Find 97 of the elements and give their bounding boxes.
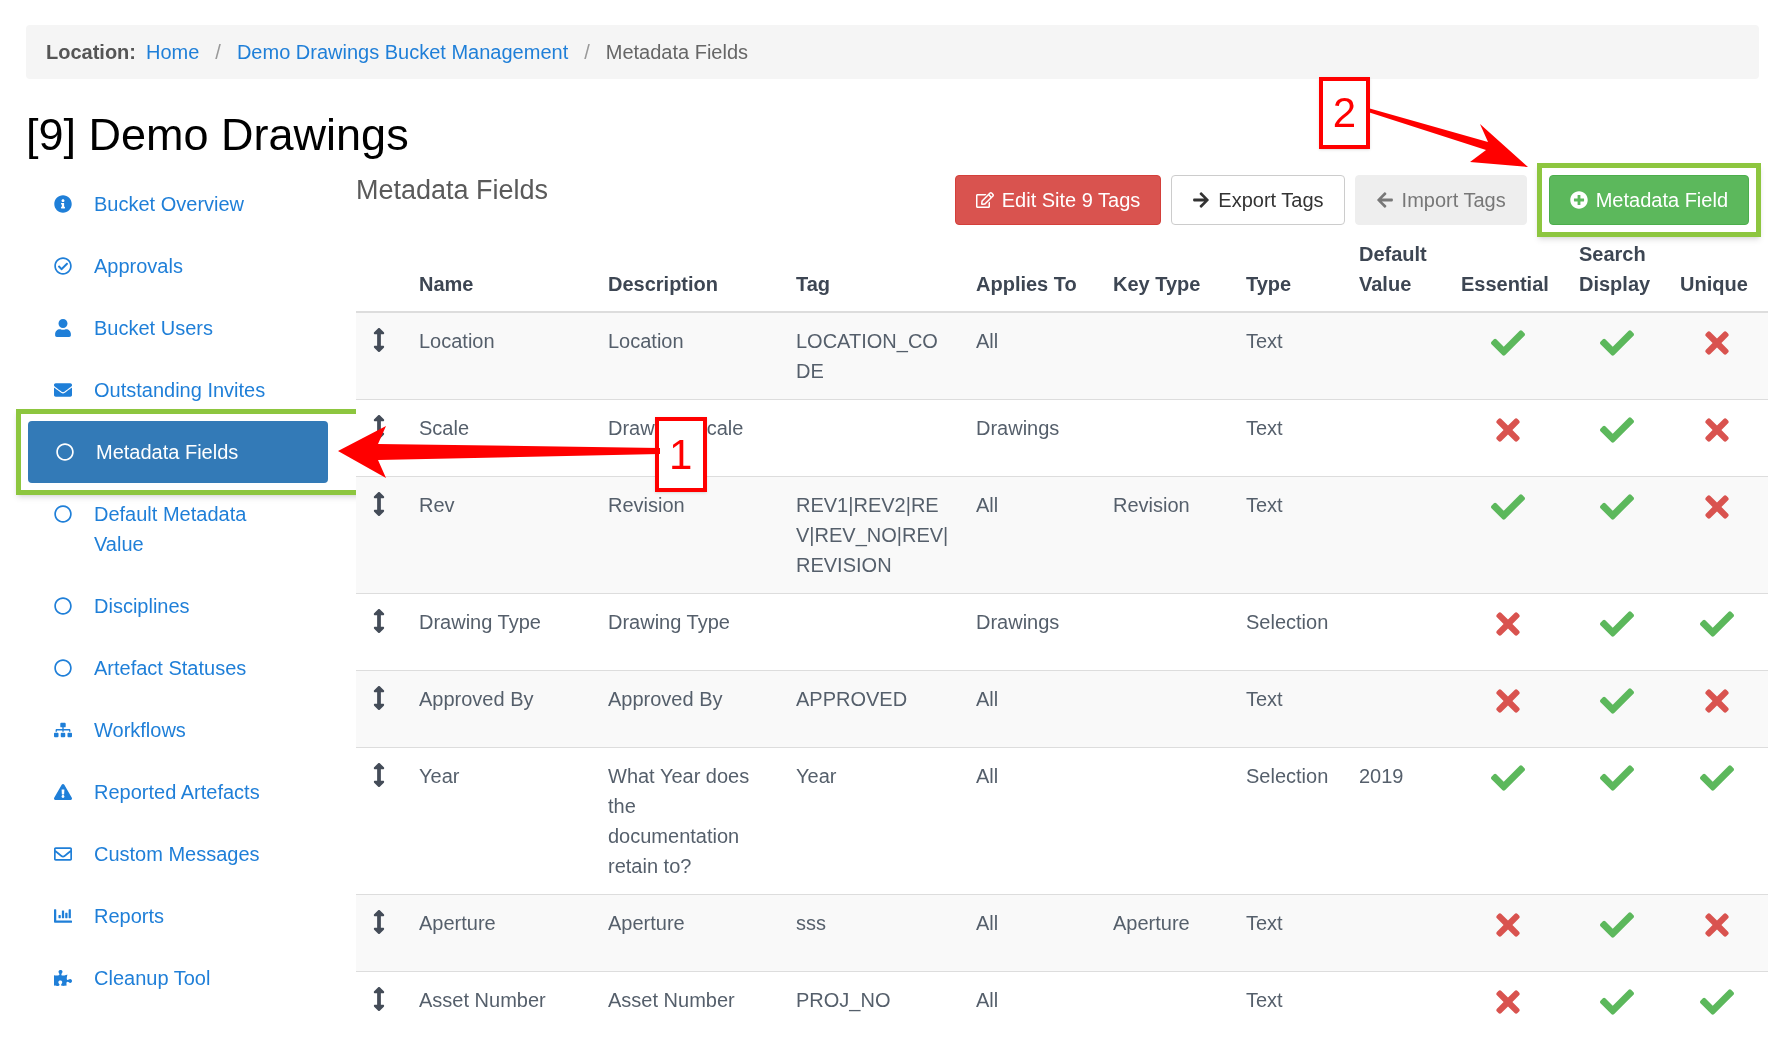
drag-handle-icon[interactable] [372, 686, 386, 710]
column-header: Type [1246, 272, 1292, 297]
table-cell: All [976, 688, 999, 710]
sidebar-item[interactable]: Reports [26, 885, 326, 947]
bar-chart-icon [54, 907, 72, 925]
table-cell: Drawings [976, 417, 1060, 439]
table-cell-text: APPROVED [796, 687, 909, 712]
table-cell: 2019 [1359, 765, 1404, 787]
table-cell-text: Year [796, 764, 838, 789]
warning-icon [54, 783, 72, 801]
table-cell: Scale [419, 417, 470, 439]
drag-handle-icon[interactable] [372, 328, 386, 352]
drag-handle-icon[interactable] [372, 609, 386, 633]
table-cell: What Year does the documentation retain to? [608, 765, 750, 877]
column-header: Search Display [1579, 242, 1652, 297]
sidebar-item[interactable]: Custom Messages [26, 823, 326, 885]
toolbar-button[interactable]: Export Tags [1171, 175, 1345, 225]
drag-handle-icon[interactable] [372, 910, 386, 934]
breadcrumb-separator: / [214, 40, 222, 65]
sidebar-item[interactable]: Bucket Overview [26, 173, 326, 235]
table-cell: All [976, 912, 999, 934]
sitemap-icon [54, 721, 72, 739]
table-cell: Rev [419, 494, 455, 516]
table-cell: cale [706, 417, 744, 439]
info-icon [54, 195, 72, 213]
table-cell: All [976, 765, 999, 787]
breadcrumb-link[interactable]: Demo Drawings Bucket Management [236, 37, 569, 67]
section-title: Metadata Fields [356, 174, 549, 207]
table-cell: Location [419, 330, 495, 352]
drag-handle-icon[interactable] [372, 763, 386, 787]
table-cell: Revision [1113, 494, 1190, 516]
table-cell: Drawings [976, 611, 1060, 633]
table-cell: Text [1246, 912, 1283, 934]
table-cell: Asset Number [608, 989, 735, 1011]
sidebar-item[interactable]: Cleanup Tool [26, 947, 326, 1009]
envelope-icon [54, 381, 72, 399]
table-cell: Selection [1246, 765, 1329, 787]
envelope-icon [54, 845, 72, 863]
toolbar-button[interactable]: Edit Site 9 Tags [954, 175, 1162, 225]
edit-icon [975, 191, 994, 209]
column-header: Tag [796, 272, 831, 297]
arrow-left-icon [1375, 191, 1394, 209]
table-cell: Asset Number [419, 989, 546, 1011]
sidebar-item[interactable]: Bucket Users [26, 297, 326, 359]
table-cell: All [976, 330, 999, 352]
column-header: Name [419, 272, 474, 297]
table-cell: Aperture [419, 912, 496, 934]
table-cell: Text [1246, 417, 1283, 439]
table-cell: Text [1246, 989, 1283, 1011]
sidebar-item[interactable]: Artefact Statuses [26, 637, 326, 699]
column-header: Key Type [1113, 272, 1201, 297]
breadcrumb-separator: / [583, 40, 591, 65]
callout-number: 2 [1319, 77, 1370, 149]
breadcrumb-current: Metadata Fields [605, 40, 749, 65]
table-cell-text: LOCATION_CODE [796, 329, 939, 384]
sidebar-item[interactable]: Disciplines [26, 575, 326, 637]
column-header: Essential [1461, 272, 1549, 297]
table-cell: Approved By [608, 688, 723, 710]
table-cell: Text [1246, 688, 1283, 710]
table-cell-text: REV1|REV2|REV|REV_NO|REV|REVISION [796, 493, 950, 578]
column-header: Description [608, 272, 719, 297]
table-cell: Text [1246, 494, 1283, 516]
page-title: [9] Demo Drawings [26, 109, 409, 161]
table-cell: Text [1246, 330, 1283, 352]
sidebar-item[interactable]: Approvals [26, 235, 326, 297]
toolbar-button[interactable]: Import Tags [1354, 175, 1527, 225]
breadcrumb-label: Location: [46, 40, 136, 65]
breadcrumb-link[interactable]: Home [146, 37, 200, 67]
table-cell: Approved By [419, 688, 534, 710]
drag-handle-icon[interactable] [372, 987, 386, 1011]
arrow-right-icon [1192, 191, 1211, 209]
table-cell: All [976, 494, 999, 516]
column-header: Default Value [1359, 242, 1428, 297]
table-cell: Location [608, 330, 684, 352]
table-cell-text: PROJ_NO [796, 988, 892, 1014]
table-cell: Drawing Type [419, 611, 541, 633]
sidebar-item[interactable]: Default Metadata Value [26, 483, 326, 575]
table-cell: Draw [608, 417, 655, 439]
table-cell: Year [419, 765, 460, 787]
table-cell: Drawing Type [608, 611, 730, 633]
toolbar-button[interactable]: Metadata Field [1548, 175, 1749, 225]
table-cell: Revision [608, 494, 685, 516]
sidebar-item[interactable]: Reported Artefacts [26, 761, 326, 823]
sidebar-item[interactable]: Outstanding Invites [26, 359, 326, 421]
table-cell: All [976, 989, 999, 1011]
column-header: Applies To [976, 272, 1077, 297]
sidebar-item[interactable]: Metadata Fields [28, 421, 328, 483]
drag-handle-icon[interactable] [372, 492, 386, 516]
table-cell: Aperture [608, 912, 685, 934]
table-cell: Aperture [1113, 912, 1190, 934]
sidebar-item[interactable]: Workflows [26, 699, 326, 761]
table-cell: Selection [1246, 611, 1329, 633]
table-cell-text: sss [796, 911, 827, 936]
user-icon [54, 319, 72, 337]
callout-number: 1 [654, 417, 707, 492]
column-header: Unique [1680, 272, 1748, 297]
puzzle-icon [54, 969, 72, 987]
